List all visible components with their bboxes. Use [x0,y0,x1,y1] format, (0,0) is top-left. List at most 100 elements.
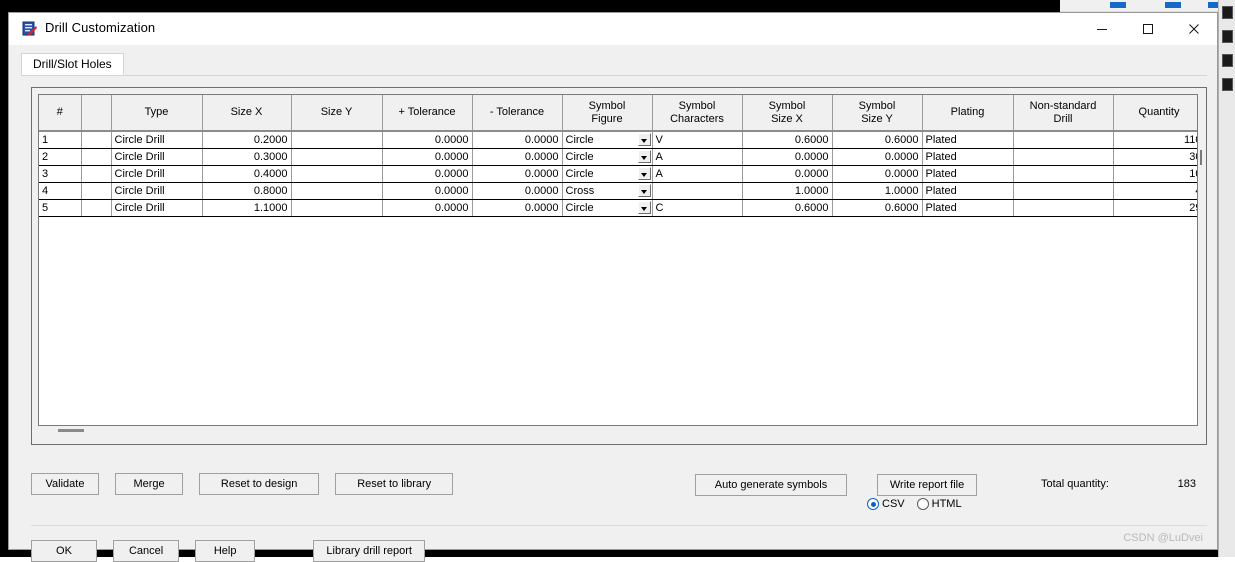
cell-size-x[interactable]: 0.3000 [202,148,291,165]
cell-size-x[interactable]: 1.1000 [202,199,291,216]
cell-sym-figure[interactable]: Circle [562,199,652,216]
cell-sym-size-y[interactable]: 1.0000 [832,182,922,199]
cell-quantity[interactable]: 10 [1113,165,1198,182]
cell-check[interactable] [81,131,111,148]
cell-sym-size-x[interactable]: 0.6000 [742,199,832,216]
cell-plus-tol[interactable]: 0.0000 [382,131,472,148]
chevron-down-icon[interactable] [638,184,651,197]
cell-sym-size-x[interactable]: 1.0000 [742,182,832,199]
validate-button[interactable]: Validate [31,473,99,495]
cell-minus-tol[interactable]: 0.0000 [472,199,562,216]
cell-type[interactable]: Circle Drill [111,199,202,216]
cell-plating[interactable]: Plated [922,199,1013,216]
cell-plus-tol[interactable]: 0.0000 [382,199,472,216]
cell-size-x[interactable]: 0.2000 [202,131,291,148]
cell-size-y[interactable] [291,165,382,182]
cell-sym-size-x[interactable]: 0.6000 [742,131,832,148]
write-report-file-button[interactable]: Write report file [877,474,977,496]
radio-csv[interactable]: CSV [867,498,905,510]
library-drill-report-button[interactable]: Library drill report [313,540,425,562]
cell-num[interactable]: 5 [39,199,81,216]
cell-size-y[interactable] [291,148,382,165]
cell-minus-tol[interactable]: 0.0000 [472,131,562,148]
reset-to-library-button[interactable]: Reset to library [335,473,453,495]
cell-check[interactable] [81,199,111,216]
column-header[interactable]: Quantity [1113,95,1198,131]
cell-check[interactable] [81,165,111,182]
table-row[interactable]: 1Circle Drill0.20000.00000.0000CircleV0.… [39,131,1198,148]
cell-quantity[interactable]: 29 [1113,199,1198,216]
cell-sym-chars[interactable]: A [652,148,742,165]
cell-quantity[interactable]: 30 [1113,148,1198,165]
chevron-down-icon[interactable] [638,133,651,146]
cell-non-standard[interactable] [1013,199,1113,216]
table-row[interactable]: 3Circle Drill0.40000.00000.0000CircleA0.… [39,165,1198,182]
cell-size-x[interactable]: 0.4000 [202,165,291,182]
merge-button[interactable]: Merge [115,473,183,495]
chevron-down-icon[interactable] [638,167,651,180]
chevron-down-icon[interactable] [638,150,651,163]
cell-type[interactable]: Circle Drill [111,148,202,165]
radio-html[interactable]: HTML [917,498,962,510]
column-header[interactable]: # [39,95,81,131]
cell-plus-tol[interactable]: 0.0000 [382,182,472,199]
column-header[interactable]: + Tolerance [382,95,472,131]
cell-sym-figure[interactable]: Circle [562,131,652,148]
column-header[interactable]: - Tolerance [472,95,562,131]
horizontal-scrollbar-thumb[interactable] [58,429,84,432]
cell-plating[interactable]: Plated [922,165,1013,182]
column-header[interactable]: SymbolCharacters [652,95,742,131]
auto-generate-symbols-button[interactable]: Auto generate symbols [695,474,847,496]
cell-non-standard[interactable] [1013,165,1113,182]
cell-sym-chars[interactable]: A [652,165,742,182]
cell-plating[interactable]: Plated [922,148,1013,165]
cell-check[interactable] [81,182,111,199]
table-row[interactable]: 2Circle Drill0.30000.00000.0000CircleA0.… [39,148,1198,165]
cell-num[interactable]: 4 [39,182,81,199]
vertical-scrollbar-thumb[interactable] [1200,150,1202,165]
cell-num[interactable]: 3 [39,165,81,182]
tab-drill-slot-holes[interactable]: Drill/Slot Holes [21,53,124,75]
ok-button[interactable]: OK [31,540,97,562]
cell-size-x[interactable]: 0.8000 [202,182,291,199]
cell-sym-size-y[interactable]: 0.6000 [832,131,922,148]
cell-minus-tol[interactable]: 0.0000 [472,182,562,199]
cell-quantity[interactable]: 110 [1113,131,1198,148]
cell-size-y[interactable] [291,131,382,148]
cell-num[interactable]: 2 [39,148,81,165]
cell-sym-figure[interactable]: Cross [562,182,652,199]
cell-sym-size-x[interactable]: 0.0000 [742,165,832,182]
cell-minus-tol[interactable]: 0.0000 [472,148,562,165]
cell-plus-tol[interactable]: 0.0000 [382,165,472,182]
column-header[interactable]: Plating [922,95,1013,131]
column-header[interactable]: Non-standardDrill [1013,95,1113,131]
cell-sym-chars[interactable] [652,182,742,199]
cell-plating[interactable]: Plated [922,131,1013,148]
column-header[interactable]: SymbolFigure [562,95,652,131]
drill-table-container[interactable]: #TypeSize XSize Y+ Tolerance- ToleranceS… [38,94,1198,426]
reset-to-design-button[interactable]: Reset to design [199,473,319,495]
cell-sym-size-y[interactable]: 0.6000 [832,199,922,216]
cell-minus-tol[interactable]: 0.0000 [472,165,562,182]
cell-sym-chars[interactable]: V [652,131,742,148]
table-row[interactable]: 5Circle Drill1.10000.00000.0000CircleC0.… [39,199,1198,216]
cell-sym-size-x[interactable]: 0.0000 [742,148,832,165]
close-button[interactable] [1171,13,1217,45]
table-row[interactable]: 4Circle Drill0.80000.00000.0000Cross1.00… [39,182,1198,199]
cell-size-y[interactable] [291,199,382,216]
column-header[interactable]: Type [111,95,202,131]
column-header[interactable]: SymbolSize X [742,95,832,131]
cell-plus-tol[interactable]: 0.0000 [382,148,472,165]
cell-sym-size-y[interactable]: 0.0000 [832,148,922,165]
cell-type[interactable]: Circle Drill [111,165,202,182]
cell-non-standard[interactable] [1013,182,1113,199]
cell-type[interactable]: Circle Drill [111,182,202,199]
cell-type[interactable]: Circle Drill [111,131,202,148]
cell-sym-size-y[interactable]: 0.0000 [832,165,922,182]
chevron-down-icon[interactable] [638,201,651,214]
column-header[interactable]: Size X [202,95,291,131]
minimize-button[interactable] [1079,13,1125,45]
cancel-button[interactable]: Cancel [113,540,179,562]
cell-sym-figure[interactable]: Circle [562,148,652,165]
cell-non-standard[interactable] [1013,148,1113,165]
